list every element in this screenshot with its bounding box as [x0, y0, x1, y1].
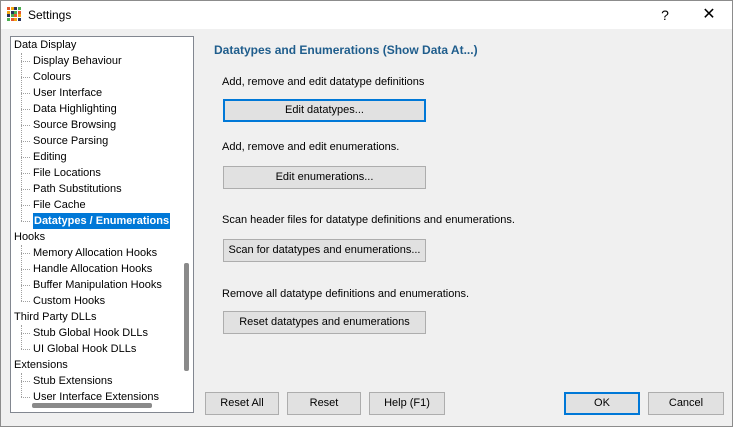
tree-category[interactable]: Data Display [14, 37, 76, 53]
settings-window: Settings ? ✕ Data Display Display Behavio… [0, 0, 733, 427]
tree-connector [21, 205, 30, 206]
tree-connector [21, 245, 22, 301]
reset-datatypes-button[interactable]: Reset datatypes and enumerations [223, 311, 426, 334]
tree-item[interactable]: File Locations [33, 165, 101, 181]
tree-connector [21, 93, 30, 94]
tree-connector [21, 109, 30, 110]
tree-connector [21, 325, 22, 349]
tree-item[interactable]: Source Browsing [33, 117, 116, 133]
tree-item[interactable]: Datatypes / Enumerations [33, 213, 171, 229]
scan-datatypes-button[interactable]: Scan for datatypes and enumerations... [223, 239, 426, 262]
tree-item[interactable]: Stub Extensions [33, 373, 113, 389]
tree-item[interactable]: Data Highlighting [33, 101, 117, 117]
edit-datatypes-button[interactable]: Edit datatypes... [223, 99, 426, 122]
tree-connector [21, 77, 30, 78]
tree-connector [21, 301, 30, 302]
tree-item[interactable]: Editing [33, 149, 67, 165]
settings-tree[interactable]: Data Display Display Behaviour Colours User… [10, 36, 194, 413]
window-title: Settings [28, 8, 72, 22]
edit-enumerations-button[interactable]: Edit enumerations... [223, 166, 426, 189]
section-description: Add, remove and edit datatype definition… [222, 76, 425, 88]
tree-connector [21, 285, 30, 286]
tree-item[interactable]: File Cache [33, 197, 86, 213]
tree-connector [21, 373, 22, 397]
tree-item[interactable]: Source Parsing [33, 133, 108, 149]
tree-connector [21, 53, 22, 221]
tree-connector [21, 173, 30, 174]
tree-horizontal-scrollbar[interactable] [32, 403, 152, 408]
tree-category[interactable]: Third Party DLLs [14, 309, 97, 325]
tree-connector [21, 189, 30, 190]
title-bar: Settings ? ✕ [1, 1, 732, 29]
section-description: Remove all datatype definitions and enum… [222, 288, 470, 300]
tree-category[interactable]: Extensions [14, 357, 68, 373]
tree-connector [21, 253, 30, 254]
tree-item[interactable]: Path Substitutions [33, 181, 122, 197]
tree-connector [21, 269, 30, 270]
tree-item[interactable]: User Interface [33, 85, 102, 101]
tree-connector [21, 397, 30, 398]
tree-connector [21, 221, 30, 222]
tree-item[interactable]: Handle Allocation Hooks [33, 261, 152, 277]
ok-button[interactable]: OK [564, 392, 640, 415]
help-f1-button[interactable]: Help (F1) [369, 392, 445, 415]
tree-vertical-scrollbar[interactable] [184, 263, 189, 371]
tree-connector [21, 61, 30, 62]
tree-item[interactable]: UI Global Hook DLLs [33, 341, 136, 357]
tree-connector [21, 125, 30, 126]
tree-connector [21, 333, 30, 334]
section-description: Scan header files for datatype definitio… [222, 214, 515, 226]
tree-connector [21, 141, 30, 142]
reset-button[interactable]: Reset [287, 392, 361, 415]
panel-title: Datatypes and Enumerations (Show Data At… [214, 43, 478, 57]
tree-connector [21, 157, 30, 158]
tree-item[interactable]: Stub Global Hook DLLs [33, 325, 148, 341]
help-button[interactable]: ? [643, 1, 687, 29]
cancel-button[interactable]: Cancel [648, 392, 724, 415]
tree-category[interactable]: Hooks [14, 229, 45, 245]
tree-item[interactable]: Colours [33, 69, 71, 85]
tree-item[interactable]: Display Behaviour [33, 53, 122, 69]
tree-item[interactable]: Buffer Manipulation Hooks [33, 277, 162, 293]
tree-item[interactable]: Custom Hooks [33, 293, 105, 309]
section-description: Add, remove and edit enumerations. [222, 141, 400, 153]
tree-connector [21, 381, 30, 382]
app-icon [7, 7, 21, 21]
tree-item[interactable]: Memory Allocation Hooks [33, 245, 157, 261]
close-button[interactable]: ✕ [687, 1, 731, 29]
tree-connector [21, 349, 30, 350]
reset-all-button[interactable]: Reset All [205, 392, 279, 415]
